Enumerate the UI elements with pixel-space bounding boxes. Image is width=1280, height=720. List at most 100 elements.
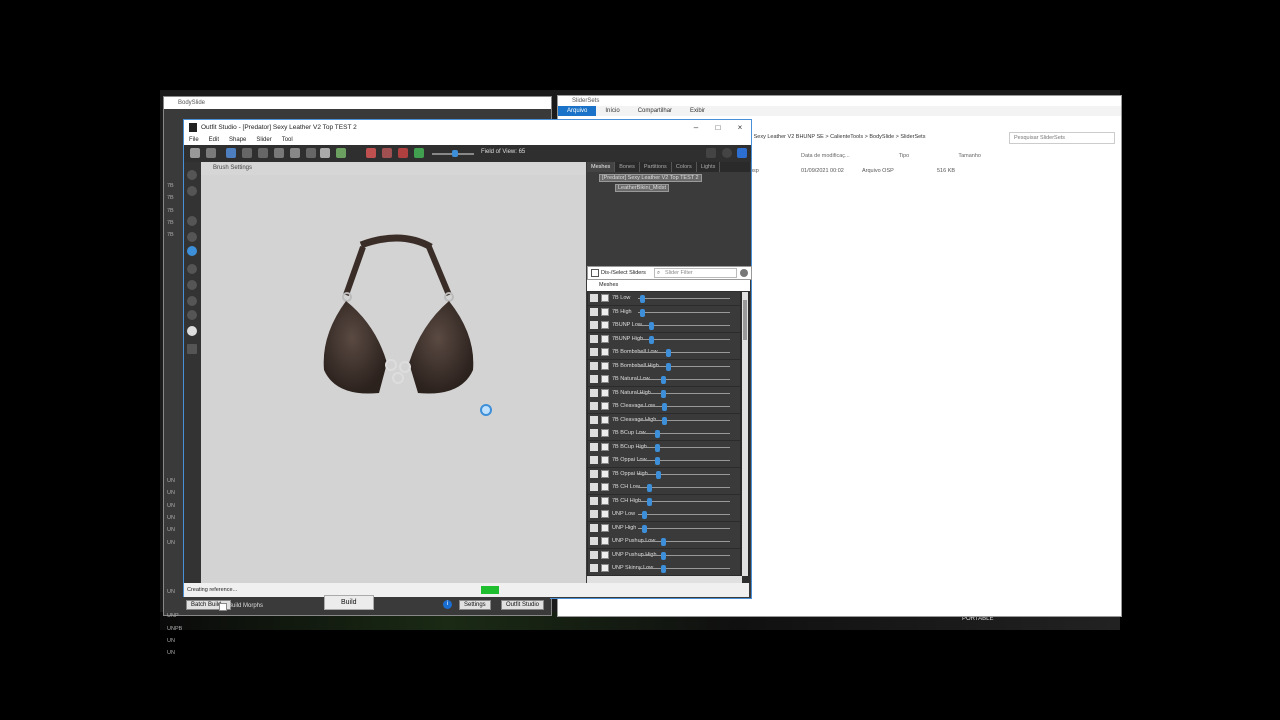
brush-tool-icon[interactable] [187, 170, 197, 180]
select-sliders-checkbox[interactable] [591, 269, 599, 277]
slider-checkbox[interactable] [601, 523, 609, 532]
slider-track[interactable] [638, 406, 730, 407]
slider-handle[interactable] [656, 470, 662, 479]
edit-slider-icon[interactable] [590, 496, 598, 505]
edit-slider-icon[interactable] [590, 307, 598, 316]
tree-mesh-item[interactable]: LeatherBikini_Midst [615, 184, 669, 192]
slider-handle[interactable] [661, 416, 667, 425]
slider-handle[interactable] [639, 308, 645, 317]
build-morphs-checkbox[interactable] [219, 603, 227, 611]
menu-tool[interactable]: Tool [277, 137, 298, 143]
edit-slider-icon[interactable] [590, 294, 598, 302]
slider-handle[interactable] [649, 335, 655, 344]
link-tool-icon[interactable] [187, 232, 197, 242]
slider-track[interactable] [638, 568, 730, 569]
minimize-icon[interactable]: – [685, 123, 707, 132]
vertex-green-icon[interactable] [414, 148, 424, 158]
slider-handle[interactable] [641, 524, 647, 533]
fov-slider-handle[interactable] [452, 150, 458, 157]
address-bar[interactable]: dator] Sexy Leather V2 BHUNP SE > Calien… [738, 134, 925, 140]
edit-slider-icon[interactable] [590, 415, 598, 424]
tab-meshes[interactable]: Meshes [587, 162, 616, 172]
edit-slider-icon[interactable] [590, 375, 598, 383]
slider-handle[interactable] [647, 484, 653, 492]
ribbon-tab-view[interactable]: Exibir [681, 108, 714, 114]
slider-track[interactable] [638, 392, 730, 394]
edit-slider-icon[interactable] [590, 442, 598, 451]
slider-handle[interactable] [665, 349, 671, 357]
slider-track[interactable] [638, 365, 730, 367]
edit-slider-icon[interactable] [590, 523, 598, 532]
slider-row[interactable]: 7B CH High [588, 494, 740, 508]
smooth-brush-icon[interactable] [290, 148, 300, 158]
alpha-brush-icon[interactable] [382, 148, 392, 158]
slider-row[interactable]: 7B Bombshell Low [588, 346, 740, 359]
slider-checkbox[interactable] [601, 564, 609, 572]
color-brush-icon[interactable] [366, 148, 376, 158]
slider-row[interactable]: 7B BCup High [588, 440, 740, 454]
slider-handle[interactable] [661, 538, 666, 546]
slider-checkbox[interactable] [601, 321, 609, 329]
3d-viewport[interactable]: Brush Settings [201, 162, 586, 583]
move-brush-icon[interactable] [274, 148, 284, 158]
eraser-icon[interactable] [320, 148, 330, 158]
slider-checkbox[interactable] [601, 402, 609, 410]
slider-track[interactable] [638, 527, 730, 529]
slider-row[interactable]: 7B Natural High [588, 386, 740, 400]
slider-checkbox[interactable] [601, 469, 609, 478]
slider-checkbox[interactable] [601, 294, 609, 302]
texture-tool-icon[interactable] [187, 310, 197, 320]
tab-colors[interactable]: Colors [672, 162, 697, 172]
axis-tool-icon[interactable] [187, 216, 197, 226]
wire-tool-icon[interactable] [187, 296, 197, 306]
slider-row[interactable]: UNP Skinny Low [588, 562, 740, 575]
explorer-search-input[interactable]: Pesquisar SliderSets [1009, 132, 1115, 144]
slider-row[interactable]: UNP High [588, 521, 740, 535]
slider-track[interactable] [638, 352, 730, 353]
slider-track[interactable] [638, 419, 730, 421]
slider-row[interactable]: 7B Low [588, 292, 740, 305]
slider-checkbox[interactable] [601, 348, 609, 356]
slider-row[interactable]: 7B Oppai Low [588, 454, 740, 467]
slider-handle[interactable] [661, 389, 666, 398]
github-icon[interactable] [722, 148, 732, 158]
slider-handle[interactable] [665, 362, 671, 371]
slider-track[interactable] [638, 473, 730, 475]
build-button[interactable]: Build [324, 595, 374, 610]
slider-row[interactable]: 7B High [588, 305, 740, 319]
slider-checkbox[interactable] [601, 537, 609, 545]
slider-track[interactable] [638, 311, 730, 313]
slider-row[interactable]: 7B Natural Low [588, 373, 740, 386]
slider-checkbox[interactable] [601, 442, 609, 451]
menu-edit[interactable]: Edit [204, 137, 224, 143]
slider-checkbox[interactable] [601, 550, 609, 559]
slider-checkbox[interactable] [601, 361, 609, 370]
slider-filter-input[interactable]: ⌕ Slider Filter [653, 268, 737, 278]
slider-track[interactable] [638, 554, 730, 556]
meshes-header[interactable]: Meshes [587, 280, 750, 291]
slider-horizontal-scrollbar[interactable] [587, 576, 742, 583]
slider-handle[interactable] [654, 443, 660, 452]
mask-brush-icon[interactable] [226, 148, 236, 158]
slider-track[interactable] [638, 514, 730, 515]
slider-checkbox[interactable] [601, 496, 609, 505]
slider-row[interactable]: UNP Low [588, 508, 740, 521]
close-icon[interactable]: × [729, 123, 751, 132]
slider-handle[interactable] [661, 403, 667, 411]
edit-slider-icon[interactable] [590, 334, 598, 343]
column-type[interactable]: Tipo [899, 153, 910, 159]
edit-slider-icon[interactable] [590, 321, 598, 329]
slider-row[interactable]: 7B Oppai High [588, 467, 740, 481]
edit-slider-icon[interactable] [590, 537, 598, 545]
ribbon-tab-file[interactable]: Arquivo [558, 106, 597, 116]
slider-checkbox[interactable] [601, 375, 609, 383]
sphere-tool-icon[interactable] [187, 264, 197, 274]
menu-shape[interactable]: Shape [224, 137, 251, 143]
slider-checkbox[interactable] [601, 510, 609, 518]
slider-track[interactable] [638, 446, 730, 448]
slider-row[interactable]: 7B CH Low [588, 481, 740, 494]
slider-track[interactable] [638, 460, 730, 461]
edit-slider-icon[interactable] [590, 469, 598, 478]
transform-tool-icon[interactable] [206, 148, 216, 158]
select-tool-icon[interactable] [190, 148, 200, 158]
